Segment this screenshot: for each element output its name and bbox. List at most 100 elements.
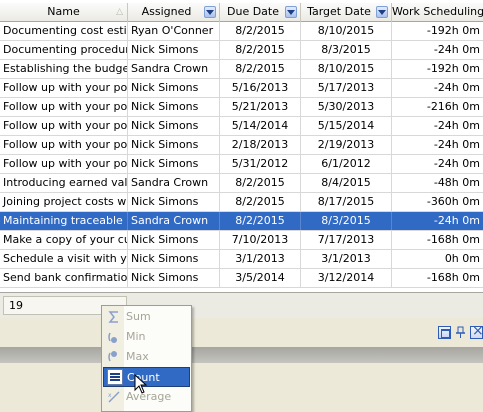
table-cell-assigned[interactable]: Nick Simons — [128, 269, 220, 287]
table-cell-assigned[interactable]: Sandra Crown — [128, 212, 220, 230]
table-cell-ws[interactable]: -192h 0m — [392, 60, 483, 78]
table-row[interactable]: Joining project costs with Nick Simons 8/2… — [0, 193, 483, 212]
table-row[interactable]: Documenting proceduresNick Simons8/2/201… — [0, 41, 483, 60]
table-cell-assigned[interactable]: Nick Simons — [128, 193, 220, 211]
table-cell-assigned[interactable]: Nick Simons — [128, 98, 220, 116]
table-cell-due[interactable]: 8/2/2015 — [220, 212, 301, 230]
table-cell-ws[interactable]: -168h 0m — [392, 269, 483, 287]
table-cell-name[interactable]: Make a copy of your custi — [0, 231, 128, 249]
table-cell-target[interactable]: 8/10/2015 — [301, 22, 392, 40]
filter-dropdown-icon[interactable] — [376, 6, 388, 18]
table-cell-name[interactable]: Send bank confirmation — [0, 269, 128, 287]
table-cell-name[interactable]: Documenting procedures — [0, 41, 128, 59]
table-row[interactable]: Schedule a visit with yourNick Simons3/1… — [0, 250, 483, 269]
table-row[interactable]: Follow up with your poterNick Simons5/16… — [0, 79, 483, 98]
table-cell-name[interactable]: Follow up with your poter — [0, 155, 128, 173]
table-cell-due[interactable]: 8/2/2015 — [220, 22, 301, 40]
table-cell-due[interactable]: 3/5/2014 — [220, 269, 301, 287]
column-header-target-date[interactable]: Target Date — [301, 3, 392, 22]
column-header-name[interactable]: Name △ — [0, 3, 128, 22]
table-cell-ws[interactable]: -168h 0m — [392, 231, 483, 249]
table-cell-due[interactable]: 5/14/2014 — [220, 117, 301, 135]
column-header-work-scheduling[interactable]: Work Scheduling — [392, 3, 483, 22]
table-cell-due[interactable]: 7/10/2013 — [220, 231, 301, 249]
table-cell-assigned[interactable]: Nick Simons — [128, 250, 220, 268]
table-row[interactable]: Follow up with your poterNick Simons5/21… — [0, 98, 483, 117]
table-cell-name[interactable]: Follow up with your poter — [0, 117, 128, 135]
table-cell-due[interactable]: 5/16/2013 — [220, 79, 301, 97]
table-cell-name[interactable]: Follow up with your poter — [0, 98, 128, 116]
table-cell-target[interactable]: 5/30/2013 — [301, 98, 392, 116]
table-cell-assigned[interactable]: Ryan O'Conner — [128, 22, 220, 40]
table-cell-ws[interactable]: -24h 0m — [392, 136, 483, 154]
column-header-due-date[interactable]: Due Date — [220, 3, 301, 22]
table-cell-target[interactable]: 2/19/2013 — [301, 136, 392, 154]
table-cell-assigned[interactable]: Nick Simons — [128, 41, 220, 59]
table-cell-assigned[interactable]: Nick Simons — [128, 79, 220, 97]
window-icon[interactable] — [438, 326, 451, 339]
close-icon[interactable] — [470, 323, 483, 339]
column-header-work-scheduling-label: Work Scheduling — [392, 5, 483, 18]
table-cell-name[interactable]: Joining project costs with — [0, 193, 128, 211]
filter-dropdown-icon[interactable] — [204, 6, 216, 18]
table-cell-ws[interactable]: -48h 0m — [392, 174, 483, 192]
table-cell-name[interactable]: Maintaining traceable plar — [0, 212, 128, 230]
table-cell-assigned[interactable]: Nick Simons — [128, 155, 220, 173]
table-row[interactable]: Introducing earned value Sandra Crown 8/2/… — [0, 174, 483, 193]
table-cell-due[interactable]: 8/2/2015 — [220, 41, 301, 59]
menu-item-max[interactable]: Max — [103, 347, 190, 367]
table-cell-due[interactable]: 8/2/2015 — [220, 193, 301, 211]
filter-dropdown-icon[interactable] — [285, 6, 297, 18]
table-cell-name[interactable]: Documenting cost estimat — [0, 22, 128, 40]
table-cell-ws[interactable]: -24h 0m — [392, 41, 483, 59]
table-cell-ws[interactable]: -192h 0m — [392, 22, 483, 40]
table-cell-due[interactable]: 8/2/2015 — [220, 60, 301, 78]
table-cell-assigned[interactable]: Sandra Crown — [128, 174, 220, 192]
table-cell-name[interactable]: Establishing the budget fo — [0, 60, 128, 78]
table-row[interactable]: Send bank confirmation Nick Simons 3/5/201… — [0, 269, 483, 288]
table-cell-due[interactable]: 5/21/2013 — [220, 98, 301, 116]
table-row[interactable]: Follow up with your poterNick Simons5/14… — [0, 117, 483, 136]
table-cell-target[interactable]: 8/3/2015 — [301, 41, 392, 59]
table-cell-ws[interactable]: -360h 0m — [392, 193, 483, 211]
table-row[interactable]: Establishing the budget foSandra Crown8/… — [0, 60, 483, 79]
table-cell-assigned[interactable]: Nick Simons — [128, 117, 220, 135]
table-cell-assigned[interactable]: Nick Simons — [128, 231, 220, 249]
table-cell-target[interactable]: 5/17/2013 — [301, 79, 392, 97]
table-cell-name[interactable]: Follow up with your poter — [0, 136, 128, 154]
table-cell-ws[interactable]: 0h 0m — [392, 250, 483, 268]
table-cell-target[interactable]: 8/10/2015 — [301, 60, 392, 78]
table-row[interactable]: Documenting cost estimatRyan O'Conner8/2… — [0, 22, 483, 41]
table-cell-name[interactable]: Follow up with your poter — [0, 79, 128, 97]
table-cell-due[interactable]: 3/1/2013 — [220, 250, 301, 268]
table-cell-ws[interactable]: -24h 0m — [392, 155, 483, 173]
table-cell-name[interactable]: Schedule a visit with your — [0, 250, 128, 268]
table-cell-ws[interactable]: -24h 0m — [392, 212, 483, 230]
table-cell-ws[interactable]: -24h 0m — [392, 117, 483, 135]
table-row[interactable]: Maintaining traceable plarSandra Crown8/… — [0, 212, 483, 231]
table-cell-target[interactable]: 3/1/2013 — [301, 250, 392, 268]
table-cell-name[interactable]: Introducing earned value — [0, 174, 128, 192]
table-cell-due[interactable]: 8/2/2015 — [220, 174, 301, 192]
table-cell-due[interactable]: 5/31/2012 — [220, 155, 301, 173]
table-cell-target[interactable]: 6/1/2012 — [301, 155, 392, 173]
table-cell-ws[interactable]: -24h 0m — [392, 79, 483, 97]
table-cell-target[interactable]: 8/17/2015 — [301, 193, 392, 211]
task-grid[interactable]: Name △ Assigned Due Date Target Date Wor… — [0, 0, 483, 318]
pin-icon[interactable] — [454, 326, 467, 339]
table-cell-ws[interactable]: -216h 0m — [392, 98, 483, 116]
table-cell-target[interactable]: 7/17/2013 — [301, 231, 392, 249]
table-cell-target[interactable]: 8/3/2015 — [301, 212, 392, 230]
menu-item-sum[interactable]: Sum — [103, 307, 190, 327]
column-header-assigned[interactable]: Assigned — [128, 3, 220, 22]
table-row[interactable]: Make a copy of your custiNick Simons7/10… — [0, 231, 483, 250]
table-row[interactable]: Follow up with your poterNick Simons5/31… — [0, 155, 483, 174]
table-cell-assigned[interactable]: Nick Simons — [128, 136, 220, 154]
table-cell-target[interactable]: 5/15/2014 — [301, 117, 392, 135]
table-cell-assigned[interactable]: Sandra Crown — [128, 60, 220, 78]
table-cell-due[interactable]: 2/18/2013 — [220, 136, 301, 154]
table-cell-target[interactable]: 3/12/2014 — [301, 269, 392, 287]
table-row[interactable]: Follow up with your poterNick Simons2/18… — [0, 136, 483, 155]
menu-item-min[interactable]: Min — [103, 327, 190, 347]
table-cell-target[interactable]: 8/4/2015 — [301, 174, 392, 192]
